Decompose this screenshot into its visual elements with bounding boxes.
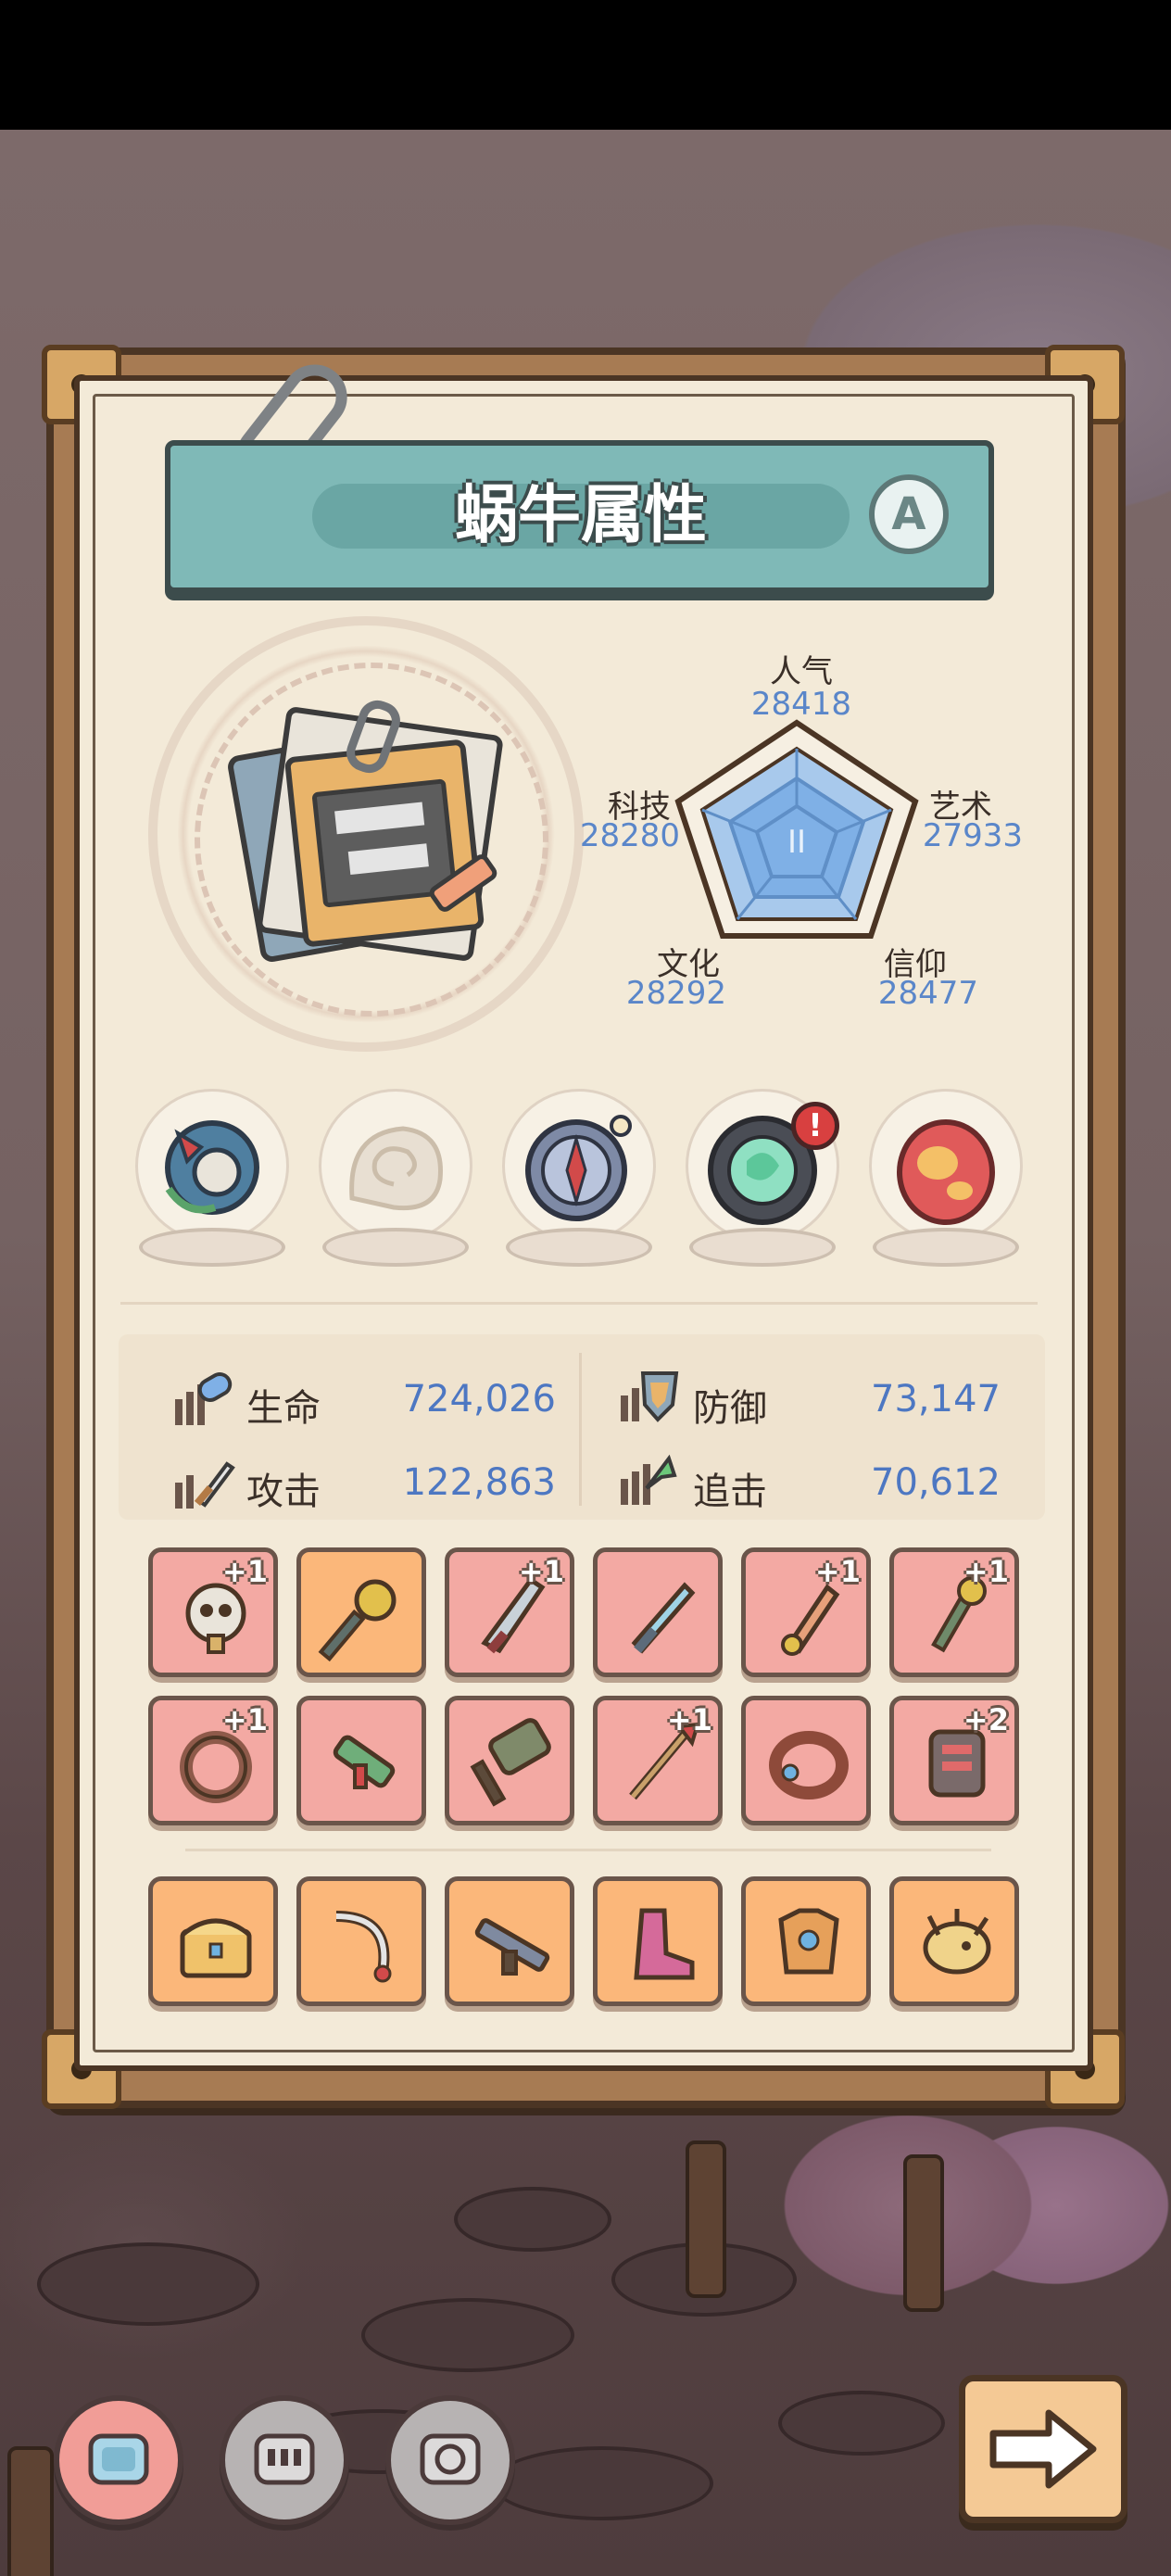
relic-slot-2[interactable] (313, 1089, 478, 1279)
radar-value-art: 27933 (922, 817, 1024, 854)
stat-value-attack: 122,863 (402, 1461, 556, 1504)
stepping-stone (37, 2242, 259, 2326)
upgrade-level-badge: +1 (221, 1554, 268, 1589)
equipment-slot[interactable] (296, 1696, 426, 1825)
stat-label-pursuit: 追击 (693, 1471, 767, 1513)
stat-value-pursuit: 70,612 (871, 1461, 1001, 1504)
equipment-slot[interactable]: +1 (148, 1696, 278, 1825)
health-pill-icon (175, 1372, 233, 1425)
sword-icon (631, 1582, 696, 1654)
creature-icon (923, 1909, 991, 1975)
equipment-slot[interactable]: +1 (593, 1696, 723, 1825)
upgrade-level-badge: +1 (666, 1702, 712, 1737)
equipment-slot[interactable]: +1 (741, 1547, 871, 1677)
nav-gear-button[interactable] (385, 2395, 515, 2525)
compass-relic-icon (525, 1115, 632, 1221)
fence-post (686, 2140, 726, 2298)
radar-value-popularity: 28418 (750, 686, 852, 723)
alert-badge-icon: ! (791, 1102, 839, 1150)
treasure-chest-icon (180, 1918, 252, 1978)
relic-slot-1[interactable] (130, 1089, 295, 1279)
serpent-ring-relic-icon (165, 1120, 259, 1215)
equipment-slot[interactable] (889, 1876, 1019, 2006)
attack-sword-icon (175, 1461, 235, 1509)
stat-label-attack: 攻击 (246, 1471, 321, 1513)
equipment-slot[interactable] (741, 1876, 871, 2006)
rank-badge[interactable]: A (869, 474, 949, 554)
hammer-icon (470, 1718, 551, 1807)
nav-robot-button[interactable] (220, 2395, 349, 2525)
equipment-slot[interactable]: +2 (889, 1696, 1019, 1825)
blueprint-folder-icon[interactable] (208, 686, 514, 964)
boot-icon (634, 1908, 695, 1980)
nav-snail-attributes-button[interactable] (54, 2395, 183, 2525)
upgrade-level-badge: +1 (221, 1702, 268, 1737)
upgrade-level-badge: +1 (814, 1554, 861, 1589)
next-page-button[interactable] (959, 2375, 1127, 2523)
arrow-right-icon (989, 2409, 1097, 2489)
radar-label-popularity: 人气 (770, 653, 833, 690)
relic-slot-4[interactable]: ! (680, 1089, 845, 1279)
blaster-icon (333, 1735, 396, 1789)
upgrade-level-badge: +1 (963, 1554, 1009, 1589)
defense-shield-icon (621, 1371, 679, 1422)
upgrade-level-badge: +1 (518, 1554, 564, 1589)
stats-divider (579, 1353, 582, 1506)
rifle-icon (474, 1918, 550, 1976)
equipment-slot[interactable]: +1 (445, 1547, 574, 1677)
snail-attributes-icon (88, 2433, 149, 2485)
robot-face-icon (254, 2433, 315, 2485)
stat-label-defense: 防御 (693, 1387, 767, 1430)
equipment-slot[interactable]: +1 (889, 1547, 1019, 1677)
status-bar (0, 0, 1171, 130)
stat-value-hp: 724,026 (402, 1378, 556, 1421)
ring-icon (769, 1731, 849, 1799)
scimitar-icon (335, 1911, 392, 1983)
equipment-slot[interactable] (296, 1876, 426, 2006)
equipment-slot[interactable] (445, 1696, 574, 1825)
equipment-slot[interactable]: +1 (148, 1547, 278, 1677)
fence-post (7, 2446, 54, 2576)
stepping-stone (361, 2298, 574, 2372)
stepping-stone (778, 2391, 945, 2456)
equipment-slot[interactable] (741, 1696, 871, 1825)
equipment-slot[interactable] (148, 1876, 278, 2006)
section-divider (120, 1302, 1038, 1305)
stepping-stone (454, 2187, 611, 2252)
radar-value-tech: 28280 (579, 817, 681, 854)
radar-value-faith: 28477 (877, 975, 979, 1012)
armor-icon (778, 1908, 839, 1975)
radar-value-culture: 28292 (625, 975, 727, 1012)
mace-icon (318, 1579, 397, 1661)
equipment-slot[interactable] (593, 1876, 723, 2006)
stepping-stone (491, 2446, 713, 2520)
pursuit-arrow-icon (621, 1454, 677, 1505)
equipment-slot[interactable] (593, 1547, 723, 1677)
gear-face-icon (420, 2433, 481, 2485)
relic-slot-3[interactable] (497, 1089, 661, 1279)
upgrade-level-badge: +2 (963, 1702, 1009, 1737)
fence-post (903, 2154, 944, 2312)
page-title: 蜗牛属性 (454, 479, 707, 552)
shell-fossil-relic-icon (349, 1126, 443, 1211)
red-egg-relic-icon (897, 1119, 995, 1225)
equipment-slot[interactable] (445, 1876, 574, 2006)
section-divider (185, 1849, 991, 1851)
stat-value-defense: 73,147 (871, 1378, 1001, 1421)
relic-slot-5[interactable] (863, 1089, 1028, 1279)
equipment-slot[interactable] (296, 1547, 426, 1677)
radar-center-glyph: II (787, 824, 806, 861)
stat-label-hp: 生命 (246, 1387, 321, 1430)
